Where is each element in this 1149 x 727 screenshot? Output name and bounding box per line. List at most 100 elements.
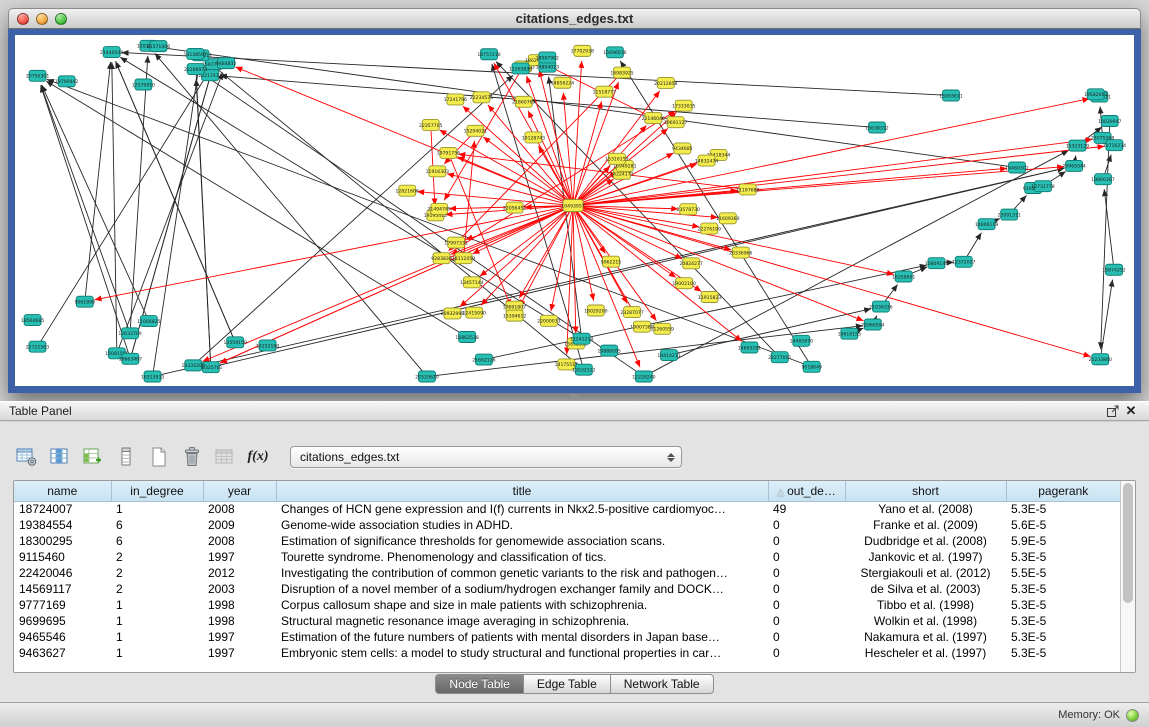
function-builder-button[interactable]: f(x) xyxy=(245,444,271,470)
graph-edge[interactable] xyxy=(967,233,982,257)
table-cell[interactable]: Stergiakouli et al. (2012) xyxy=(845,565,1006,581)
table-cell[interactable]: 9699695 xyxy=(14,613,111,629)
table-cell[interactable]: Tibbo et al. (1998) xyxy=(845,597,1006,613)
table-row[interactable]: 946554611997Estimation of the future num… xyxy=(14,629,1120,645)
table-cell[interactable]: 1 xyxy=(111,501,203,517)
table-cell[interactable]: 5.3E-5 xyxy=(1006,549,1120,565)
table-row[interactable]: 911546021997Tourette syndrome. Phenomeno… xyxy=(14,549,1120,565)
table-cell[interactable]: 6 xyxy=(111,517,203,533)
close-window-button[interactable] xyxy=(17,13,29,25)
table-scrollbar[interactable] xyxy=(1120,481,1135,672)
graph-edge[interactable] xyxy=(649,150,1068,373)
table-cell[interactable]: Estimation of significance thresholds fo… xyxy=(276,533,768,549)
table-cell[interactable]: 2009 xyxy=(203,517,276,533)
table-cell[interactable]: 0 xyxy=(768,565,845,581)
graph-edge[interactable] xyxy=(202,208,567,362)
table-cell[interactable]: 6 xyxy=(111,533,203,549)
table-cell[interactable]: Yano et al. (2008) xyxy=(845,501,1006,517)
window-titlebar[interactable]: citations_edges.txt xyxy=(8,8,1141,29)
table-cell[interactable]: 0 xyxy=(768,613,845,629)
table-cell[interactable]: 0 xyxy=(768,581,845,597)
table-cell[interactable]: 18300295 xyxy=(14,533,111,549)
show-columns-button[interactable] xyxy=(47,444,73,470)
table-cell[interactable]: 0 xyxy=(768,629,845,645)
table-cell[interactable]: Franke et al. (2009) xyxy=(845,517,1006,533)
graph-edge[interactable] xyxy=(480,209,568,276)
column-header-title[interactable]: title xyxy=(276,481,768,501)
tab-node-table[interactable]: Node Table xyxy=(435,674,524,694)
graph-edge[interactable] xyxy=(578,179,614,202)
graph-edge[interactable] xyxy=(41,85,128,327)
table-cell[interactable]: 2008 xyxy=(203,501,276,517)
network-canvas[interactable]: 1049395723578730116093602227619920336966… xyxy=(15,35,1134,386)
table-cell[interactable]: 0 xyxy=(768,517,845,533)
table-row[interactable]: 969969511998Structural magnetic resonanc… xyxy=(14,613,1120,629)
table-cell[interactable]: 2012 xyxy=(203,565,276,581)
graph-edge[interactable] xyxy=(95,207,568,300)
graph-edge[interactable] xyxy=(42,85,147,316)
table-cell[interactable]: Genome-wide association studies in ADHD. xyxy=(276,517,768,533)
graph-edge[interactable] xyxy=(439,130,567,203)
graph-edge[interactable] xyxy=(46,81,462,334)
graph-edge[interactable] xyxy=(579,167,1064,205)
float-panel-button[interactable] xyxy=(1104,403,1122,419)
table-cell[interactable]: de Silva et al. (2003) xyxy=(845,581,1006,597)
table-row[interactable]: 946362711997Embryonic stem cells: a mode… xyxy=(14,645,1120,661)
table-cell[interactable]: Jankovic et al. (1997) xyxy=(845,549,1006,565)
table-cell[interactable]: 0 xyxy=(768,645,845,661)
table-cell[interactable]: Investigating the contribution of common… xyxy=(276,565,768,581)
table-cell[interactable]: 9115460 xyxy=(14,549,111,565)
column-header-pagerank[interactable]: pagerank xyxy=(1006,481,1120,501)
table-cell[interactable]: Corpus callosum shape and size in male p… xyxy=(276,597,768,613)
table-cell[interactable]: 2 xyxy=(111,549,203,565)
table-cell[interactable]: 1998 xyxy=(203,613,276,629)
table-cell[interactable]: 9777169 xyxy=(14,597,111,613)
table-cell[interactable]: 5.3E-5 xyxy=(1006,597,1120,613)
table-cell[interactable]: 1 xyxy=(111,645,203,661)
column-header-in_degree[interactable]: in_degree xyxy=(111,481,203,501)
table-cell[interactable]: 0 xyxy=(768,597,845,613)
graph-edge[interactable] xyxy=(578,209,676,278)
table-cell[interactable]: 1997 xyxy=(203,629,276,645)
table-cell[interactable]: 19384554 xyxy=(14,517,111,533)
graph-edge[interactable] xyxy=(235,67,567,203)
graph-edge[interactable] xyxy=(528,111,570,200)
table-cell[interactable]: Changes of HCN gene expression and I(f) … xyxy=(276,501,768,517)
table-cell[interactable]: 1 xyxy=(111,613,203,629)
table-cell[interactable]: Estimation of the future numbers of pati… xyxy=(276,629,768,645)
table-cell[interactable]: 1 xyxy=(111,597,203,613)
table-cell[interactable]: 22420046 xyxy=(14,565,111,581)
graph-edge[interactable] xyxy=(158,168,1064,375)
graph-edge[interactable] xyxy=(875,316,877,319)
minimize-window-button[interactable] xyxy=(36,13,48,25)
graph-edge[interactable] xyxy=(490,265,927,358)
import-table-button[interactable] xyxy=(212,444,238,470)
graph-edge[interactable] xyxy=(120,57,576,335)
table-cell[interactable]: 9463627 xyxy=(14,645,111,661)
table-row[interactable]: 1456911722003Disruption of a novel membe… xyxy=(14,581,1120,597)
table-cell[interactable]: Embryonic stem cells: a model to study s… xyxy=(276,645,768,661)
table-cell[interactable]: 1997 xyxy=(203,645,276,661)
table-cell[interactable]: Nakamura et al. (1997) xyxy=(845,629,1006,645)
table-cell[interactable]: 49 xyxy=(768,501,845,517)
graph-edge[interactable] xyxy=(158,47,1011,167)
graph-edge[interactable] xyxy=(1075,156,1076,160)
table-cell[interactable]: 1997 xyxy=(203,549,276,565)
table-row[interactable]: 1938455462009Genome-wide association stu… xyxy=(14,517,1120,533)
graph-edge[interactable] xyxy=(198,75,513,361)
table-row[interactable]: 977716911998Corpus callosum shape and si… xyxy=(14,597,1120,613)
graph-edge[interactable] xyxy=(579,168,1007,205)
table-cell[interactable]: 5.3E-5 xyxy=(1006,645,1120,661)
table-cell[interactable]: 1 xyxy=(111,629,203,645)
table-row[interactable]: 2242004622012Investigating the contribut… xyxy=(14,565,1120,581)
new-table-button[interactable] xyxy=(146,444,172,470)
table-cell[interactable]: 5.3E-5 xyxy=(1006,613,1120,629)
table-row[interactable]: 1872400712008Changes of HCN gene express… xyxy=(14,501,1120,517)
table-cell[interactable]: 18724007 xyxy=(14,501,111,517)
split-pane-handle[interactable] xyxy=(8,393,1141,401)
graph-edge[interactable] xyxy=(119,72,223,347)
column-header-short[interactable]: short xyxy=(845,481,1006,501)
table-selector-dropdown[interactable]: citations_edges.txt xyxy=(290,446,682,468)
table-cell[interactable]: 14569117 xyxy=(14,581,111,597)
column-button[interactable] xyxy=(113,444,139,470)
